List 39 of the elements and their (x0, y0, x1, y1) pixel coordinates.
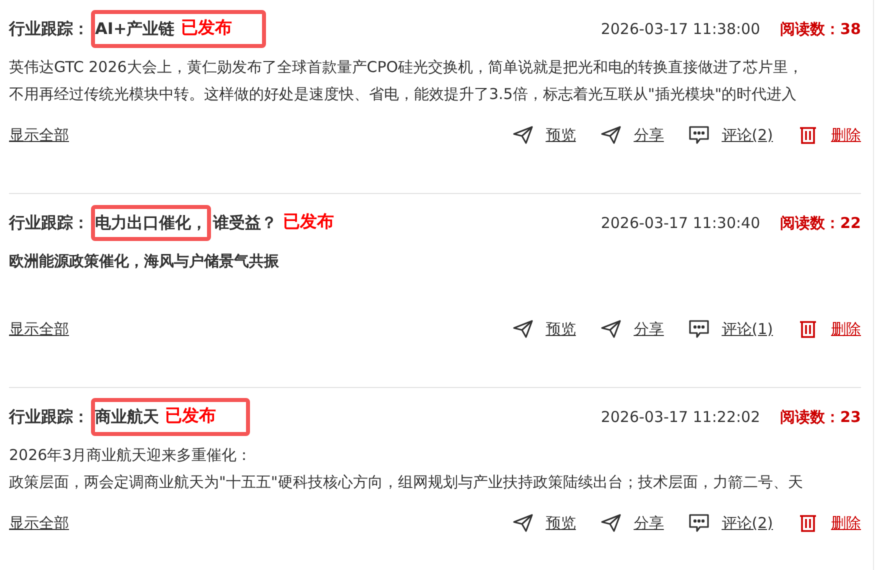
status-label: 已发布 (180, 17, 232, 40)
trash-icon[interactable] (797, 319, 819, 340)
trash-icon[interactable] (797, 125, 819, 146)
show-all-link[interactable]: 显示全部 (9, 512, 69, 534)
post-time: 2026-03-17 11:38:00 (600, 18, 760, 40)
post-time: 2026-03-17 11:22:02 (600, 406, 760, 428)
title-text: 行业跟踪： (9, 18, 89, 40)
title-text: 行业跟踪： (9, 406, 89, 428)
comment-icon[interactable] (688, 513, 710, 534)
post-summary: 不用再经过传统光模块中转。这样做的好处是速度快、省电，能效提升了3.5倍，标志着光互联从"插光模块"的时代进入 (9, 84, 798, 105)
title-text: 行业跟踪： (9, 212, 89, 234)
post-time: 2026-03-17 11:30:40 (600, 212, 760, 234)
send-icon[interactable] (512, 319, 534, 340)
comment-icon[interactable] (688, 319, 710, 340)
post-summary: 2026年3月商业航天迎来多重催化： (9, 445, 253, 466)
trash-icon[interactable] (797, 513, 819, 534)
title-text: 谁受益？ (213, 212, 277, 234)
send-icon[interactable] (600, 125, 622, 146)
show-all-link[interactable]: 显示全部 (9, 318, 69, 340)
status-label: 已发布 (165, 405, 216, 428)
show-all-link[interactable]: 显示全部 (9, 124, 69, 146)
send-icon[interactable] (600, 513, 622, 534)
send-icon[interactable] (512, 513, 534, 534)
read-count: 阅读数：22 (780, 212, 861, 234)
post-summary: 政策层面，两会定调商业航天为"十五五"硬科技核心方向，组网规划与产业扶持政策陆续出台；技术层面，力箭二号、天 (9, 472, 804, 493)
delete-link[interactable]: 删除 (831, 124, 861, 146)
delete-link[interactable]: 删除 (831, 318, 861, 340)
status-label: 已发布 (283, 211, 334, 234)
comment-icon[interactable] (688, 125, 710, 146)
delete-link[interactable]: 删除 (831, 512, 861, 534)
send-icon[interactable] (512, 125, 534, 146)
read-count: 阅读数：38 (780, 18, 861, 40)
title-text: 电力出口催化， (95, 212, 207, 234)
read-count: 阅读数：23 (780, 406, 861, 428)
title-text: 商业航天 (95, 406, 159, 428)
post-summary: 欧洲能源政策催化，海风与户储景气共振 (9, 251, 280, 272)
post-summary: 英伟达GTC 2026大会上，黄仁勋发布了全球首款量产CPO硅光交换机，简单说就是把光和电的转换直接做进了芯片里， (9, 57, 804, 78)
send-icon[interactable] (600, 319, 622, 340)
title-text: AI+产业链 (95, 18, 175, 40)
